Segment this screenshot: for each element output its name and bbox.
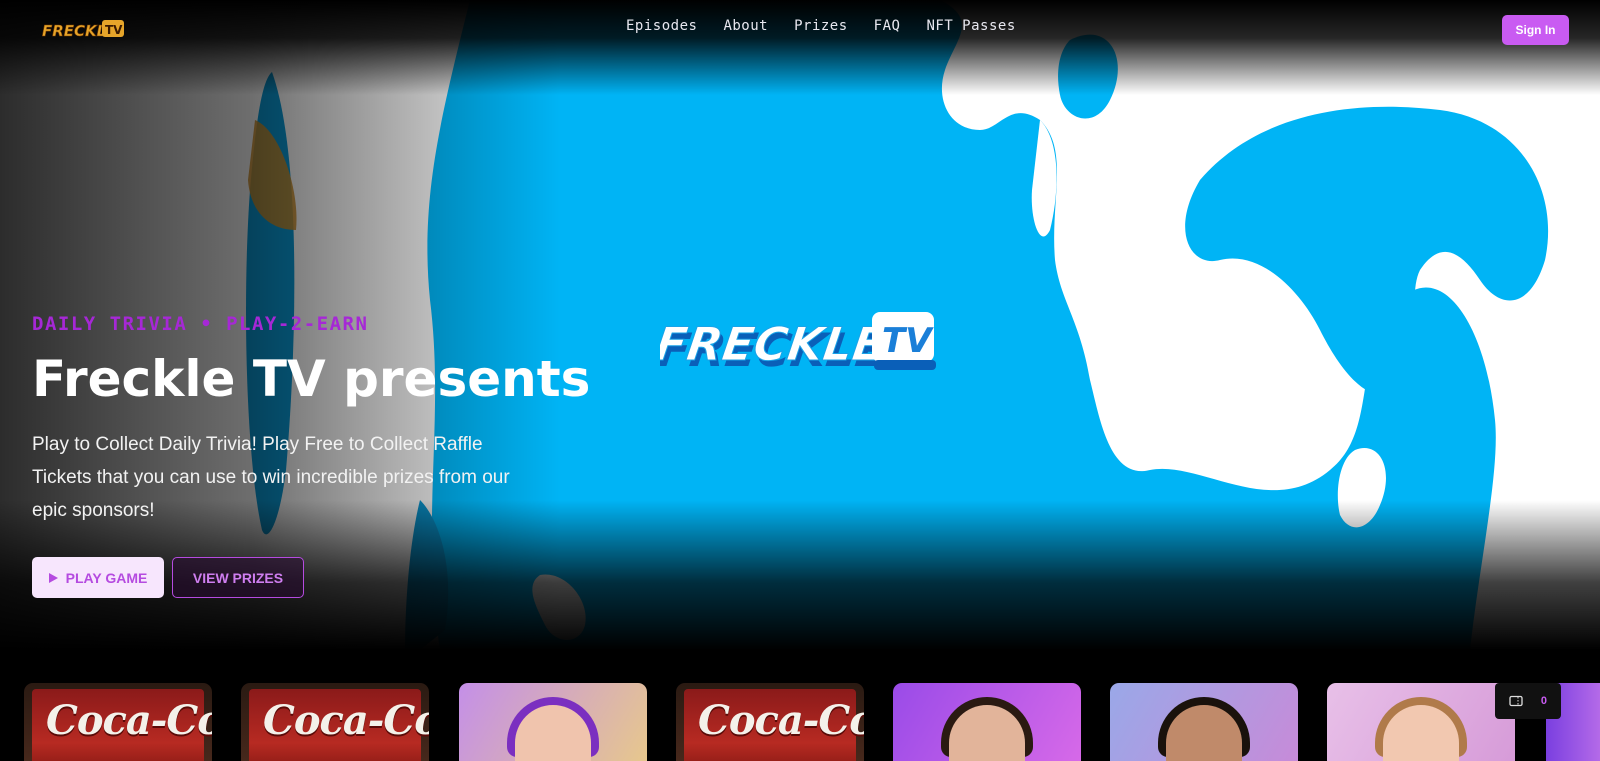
- hero-eyebrow: DAILY TRIVIA • PLAY-2-EARN: [32, 313, 369, 335]
- episode-card[interactable]: Coca-Cola: [676, 683, 864, 761]
- episode-card[interactable]: [459, 683, 647, 761]
- ticket-count: 0: [1540, 695, 1547, 707]
- site-header: FRECKLE TV Episodes About Prizes FAQ NFT…: [0, 0, 1600, 60]
- nav-episodes[interactable]: Episodes: [626, 18, 697, 34]
- ticket-icon: [1509, 695, 1523, 707]
- page: FRECKLE FRECKLE TV FRECKLE TV Episodes A…: [0, 0, 1600, 761]
- episode-card[interactable]: Coca-Cola: [241, 683, 429, 761]
- play-icon: [48, 572, 58, 583]
- episode-card[interactable]: [1110, 683, 1298, 761]
- freckle-tv-logo[interactable]: FRECKLE TV: [40, 16, 126, 42]
- svg-text:TV: TV: [882, 321, 934, 361]
- nav-nft-passes[interactable]: NFT Passes: [926, 18, 1015, 34]
- episode-card[interactable]: [893, 683, 1081, 761]
- play-game-label: PLAY GAME: [65, 569, 148, 586]
- episode-card[interactable]: [1327, 683, 1515, 761]
- svg-text:FRECKLE: FRECKLE: [660, 317, 888, 371]
- svg-text:TV: TV: [105, 23, 123, 37]
- sponsor-logo-text: Coca-Cola: [263, 697, 429, 744]
- hero-video-logo: FRECKLE FRECKLE TV: [660, 312, 936, 377]
- sponsor-logo-text: Coca-Cola: [698, 697, 864, 744]
- carousel-gap: [1518, 719, 1544, 761]
- ticket-wallet[interactable]: 0: [1495, 683, 1561, 719]
- nav-prizes[interactable]: Prizes: [794, 18, 848, 34]
- hero-title: Freckle TV presents: [32, 350, 591, 408]
- sponsor-logo-text: Coca-Cola: [46, 697, 212, 744]
- sign-in-button[interactable]: Sign In: [1502, 15, 1569, 45]
- play-game-button[interactable]: PLAY GAME: [32, 557, 164, 598]
- main-nav: Episodes About Prizes FAQ NFT Passes: [626, 18, 1042, 34]
- hero-description: Play to Collect Daily Trivia! Play Free …: [32, 434, 510, 521]
- nav-faq[interactable]: FAQ: [874, 18, 901, 34]
- view-prizes-button[interactable]: VIEW PRIZES: [172, 557, 304, 598]
- nav-about[interactable]: About: [723, 18, 768, 34]
- episode-card[interactable]: Coca-Cola: [24, 683, 212, 761]
- episode-carousel: Coca-Cola Coca-Cola Coca-Cola: [0, 683, 1600, 761]
